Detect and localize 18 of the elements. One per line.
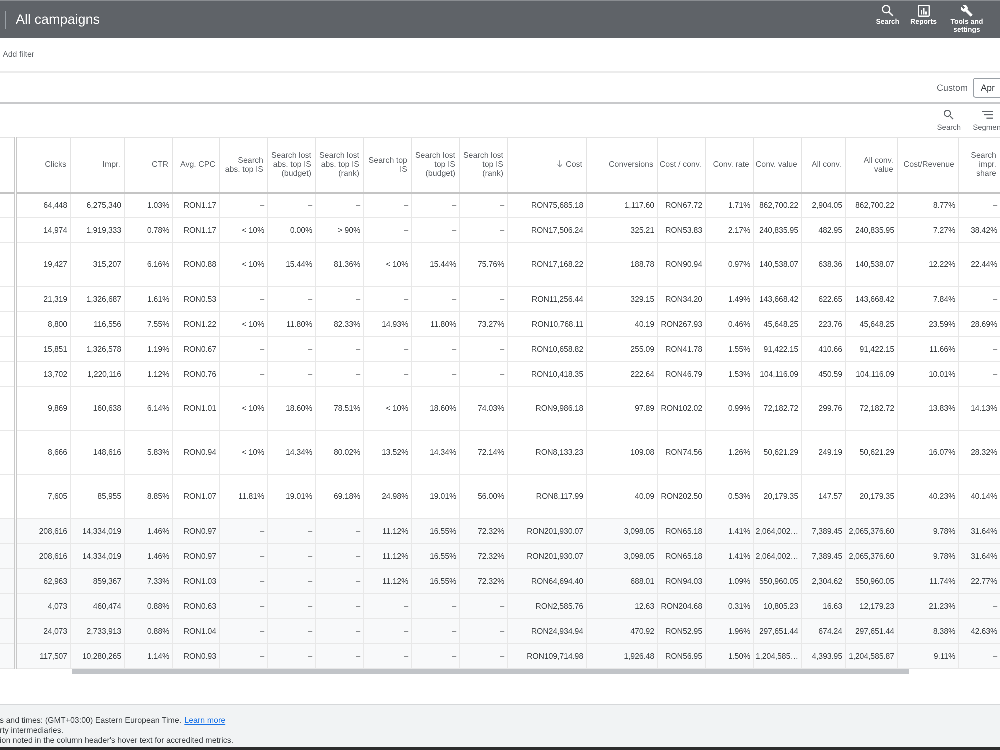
add-filter-button[interactable]: Add filter	[3, 50, 35, 59]
wrench-icon	[961, 5, 973, 17]
scrollbar-thumb[interactable]	[72, 669, 909, 674]
table-cell: 117,507	[15, 644, 70, 668]
footer-note: s and times: (GMT+03:00) Eastern European Time. Learn more	[0, 716, 227, 726]
bar-chart-icon	[918, 5, 930, 17]
sort-arrow-icon	[557, 160, 564, 168]
page-title: All campaigns	[16, 12, 100, 27]
learn-more-link[interactable]: Learn more	[184, 716, 226, 725]
date-preset-label: Custom	[936, 82, 968, 92]
table-cell: –	[958, 644, 1000, 668]
footer-note: rty intermediaries.	[0, 726, 65, 736]
search-icon	[944, 110, 954, 120]
lines-icon	[982, 111, 993, 119]
table-cell: 9.11%	[897, 644, 958, 668]
date-range-field[interactable]: Apr	[973, 78, 1000, 98]
search-icon	[882, 5, 894, 17]
footer-note: ion noted in the column header's hover text for accredited metrics.	[0, 736, 235, 746]
